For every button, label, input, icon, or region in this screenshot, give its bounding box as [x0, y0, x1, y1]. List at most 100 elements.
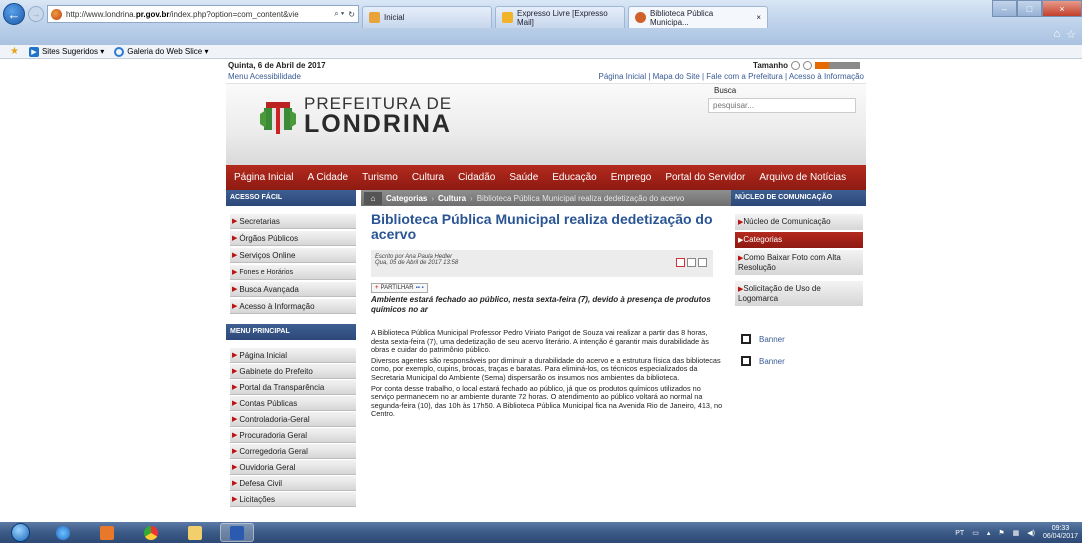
- font-increase-icon[interactable]: [803, 61, 812, 70]
- menu-educacao[interactable]: Educação: [552, 172, 596, 183]
- bullet-arrow-icon: ▶: [232, 480, 238, 487]
- prefeitura-logo[interactable]: PREFEITURA DE LONDRINA: [258, 94, 452, 139]
- crumb-current: Biblioteca Pública Municipal realiza ded…: [476, 193, 685, 203]
- accessibility-menu-link[interactable]: Menu Acessibilidade: [228, 72, 301, 81]
- minimize-button[interactable]: –: [992, 0, 1017, 17]
- taskbar-explorer[interactable]: [178, 523, 212, 542]
- back-button[interactable]: ←: [3, 3, 25, 25]
- menu-arquivo-noticias[interactable]: Arquivo de Notícias: [759, 172, 846, 183]
- keyboard-icon[interactable]: ▭: [972, 529, 979, 537]
- search-icon[interactable]: ⌕ ▾: [334, 9, 344, 19]
- tab-biblioteca[interactable]: Biblioteca Pública Municipa... ×: [628, 6, 768, 28]
- nav-servicos-online[interactable]: ▶ Serviços Online: [230, 248, 356, 263]
- nav-orgaos-publicos[interactable]: ▶ Órgãos Públicos: [230, 231, 356, 246]
- font-decrease-icon[interactable]: [791, 61, 800, 70]
- menu-emprego[interactable]: Emprego: [611, 172, 652, 183]
- start-button[interactable]: [8, 522, 32, 543]
- crumb-cultura[interactable]: Cultura: [438, 194, 466, 203]
- taskbar-ie[interactable]: [46, 523, 80, 542]
- refresh-icon[interactable]: ↻: [348, 10, 355, 19]
- chrome-icon: [144, 525, 158, 540]
- forward-button[interactable]: →: [28, 6, 44, 22]
- nav-gabinete-prefeito[interactable]: ▶ Gabinete do Prefeito: [230, 364, 356, 379]
- bullet-arrow-icon: ▶: [232, 448, 238, 455]
- star-icon[interactable]: ☆: [1066, 28, 1076, 41]
- contrast-bar-icon[interactable]: [815, 62, 860, 69]
- nav-procuradoria[interactable]: ▶ Procuradoria Geral: [230, 428, 356, 443]
- taskbar-word[interactable]: [220, 523, 254, 542]
- nav-fones-horarios[interactable]: ▶ Fones e Horários: [230, 265, 356, 280]
- home-icon[interactable]: ⌂: [1053, 28, 1060, 41]
- menu-portal-servidor[interactable]: Portal do Servidor: [665, 172, 745, 183]
- taskbar-outlook[interactable]: [90, 523, 124, 542]
- favorites-star-icon[interactable]: ★: [10, 46, 19, 57]
- bullet-arrow-icon: ▶: [232, 464, 238, 471]
- bullet-arrow-icon: ▶: [232, 352, 238, 359]
- volume-icon[interactable]: ◀): [1027, 529, 1035, 537]
- taskbar-chrome[interactable]: [134, 523, 168, 542]
- home-icon[interactable]: ⌂: [364, 191, 382, 205]
- nav-contas-publicas[interactable]: ▶ Contas Públicas: [230, 396, 356, 411]
- nav-categorias[interactable]: ▶Categorias: [735, 232, 863, 250]
- menu-turismo[interactable]: Turismo: [362, 172, 398, 183]
- language-indicator[interactable]: PT: [955, 530, 964, 537]
- fav-galeria[interactable]: Galeria do Web Slice ▾: [114, 46, 209, 57]
- address-bar[interactable]: http://www.londrina.pr.gov.br/index.php?…: [47, 5, 359, 23]
- menu-a-cidade[interactable]: A Cidade: [307, 172, 348, 183]
- article-title[interactable]: Biblioteca Pública Municipal realiza ded…: [371, 212, 723, 242]
- site-header: PREFEITURA DE LONDRINA Busca: [226, 84, 866, 165]
- site-container: Quinta, 6 de Abril de 2017 Menu Acessibi…: [226, 60, 866, 522]
- close-window-button[interactable]: ×: [1042, 0, 1082, 17]
- current-date: Quinta, 6 de Abril de 2017: [228, 61, 326, 70]
- page-viewport: Quinta, 6 de Abril de 2017 Menu Acessibi…: [0, 60, 1082, 522]
- chevron-right-icon: ›: [431, 193, 435, 203]
- menu-pagina-inicial[interactable]: Página Inicial: [234, 172, 293, 183]
- url-text[interactable]: http://www.londrina.pr.gov.br/index.php?…: [66, 10, 330, 19]
- tab-expresso[interactable]: Expresso Livre [Expresso Mail]: [495, 6, 625, 28]
- menu-saude[interactable]: Saúde: [509, 172, 538, 183]
- nav-defesa-civil[interactable]: ▶ Defesa Civil: [230, 476, 356, 491]
- print-icon[interactable]: [687, 258, 696, 267]
- right-sidebar: NÚCLEO DE COMUNICAÇÃO ▶Núcleo de Comunic…: [731, 190, 866, 366]
- article-lead: Ambiente estará fechado ao público, nest…: [371, 295, 711, 314]
- fav-sites-sugeridos[interactable]: ▶ Sites Sugeridos ▾: [28, 46, 104, 57]
- tray-arrow-icon[interactable]: ▴: [987, 529, 991, 537]
- bullet-arrow-icon: ▶: [232, 286, 238, 293]
- nav-licitacoes[interactable]: ▶ Licitações: [230, 492, 356, 507]
- flag-icon[interactable]: ⚑: [998, 529, 1004, 537]
- email-icon[interactable]: [698, 258, 707, 267]
- tab-close-icon[interactable]: ×: [756, 13, 761, 22]
- clock[interactable]: 09:33 06/04/2017: [1043, 525, 1078, 541]
- bullet-arrow-icon: ▶: [232, 303, 238, 310]
- menu-cidadao[interactable]: Cidadão: [458, 172, 495, 183]
- ie-icon: [56, 525, 70, 540]
- article-paragraph: Por conta desse trabalho, o local estará…: [371, 383, 723, 419]
- article-paragraph: A Biblioteca Pública Municipal Professor…: [371, 328, 709, 355]
- nav-pagina-inicial[interactable]: ▶ Página Inicial: [230, 348, 356, 363]
- nav-controladoria[interactable]: ▶ Controladoria-Geral: [230, 412, 356, 427]
- arrow-right-icon: →: [31, 9, 41, 19]
- menu-cultura[interactable]: Cultura: [412, 172, 444, 183]
- nav-portal-transparencia[interactable]: ▶ Portal da Transparência: [230, 380, 356, 395]
- banner-link-1[interactable]: Banner: [741, 334, 866, 344]
- nav-corregedoria[interactable]: ▶ Corregedoria Geral: [230, 444, 356, 459]
- banner-link-2[interactable]: Banner: [741, 356, 866, 366]
- top-links[interactable]: Página Inicial | Mapa do Site | Fale com…: [599, 72, 864, 81]
- nav-baixar-foto[interactable]: ▶Como Baixar Foto com Alta Resolução: [735, 250, 863, 277]
- search-input[interactable]: [708, 98, 856, 113]
- tab-inicial[interactable]: Inicial: [362, 6, 492, 28]
- nav-busca-avancada[interactable]: ▶ Busca Avançada: [230, 282, 356, 297]
- nav-ouvidoria[interactable]: ▶ Ouvidoria Geral: [230, 460, 356, 475]
- outlook-icon: [100, 525, 114, 540]
- maximize-button[interactable]: □: [1017, 0, 1042, 17]
- bullet-arrow-icon: ▶: [232, 432, 238, 439]
- share-button[interactable]: + PARTILHAR ▪▪ ▪: [371, 283, 428, 293]
- nav-nucleo-comunicacao[interactable]: ▶Núcleo de Comunicação: [735, 214, 863, 232]
- nav-logomarca[interactable]: ▶Solicitação de Uso de Logomarca: [735, 281, 863, 308]
- nav-acesso-informacao[interactable]: ▶ Acesso à Informação: [230, 299, 356, 314]
- taskbar: PT ▭ ▴ ⚑ ▦ ◀) 09:33 06/04/2017: [0, 522, 1082, 543]
- crumb-categorias[interactable]: Categorias: [386, 194, 427, 203]
- nav-secretarias[interactable]: ▶ Secretarias: [230, 214, 356, 229]
- network-icon[interactable]: ▦: [1013, 529, 1020, 537]
- pdf-icon[interactable]: [676, 258, 685, 267]
